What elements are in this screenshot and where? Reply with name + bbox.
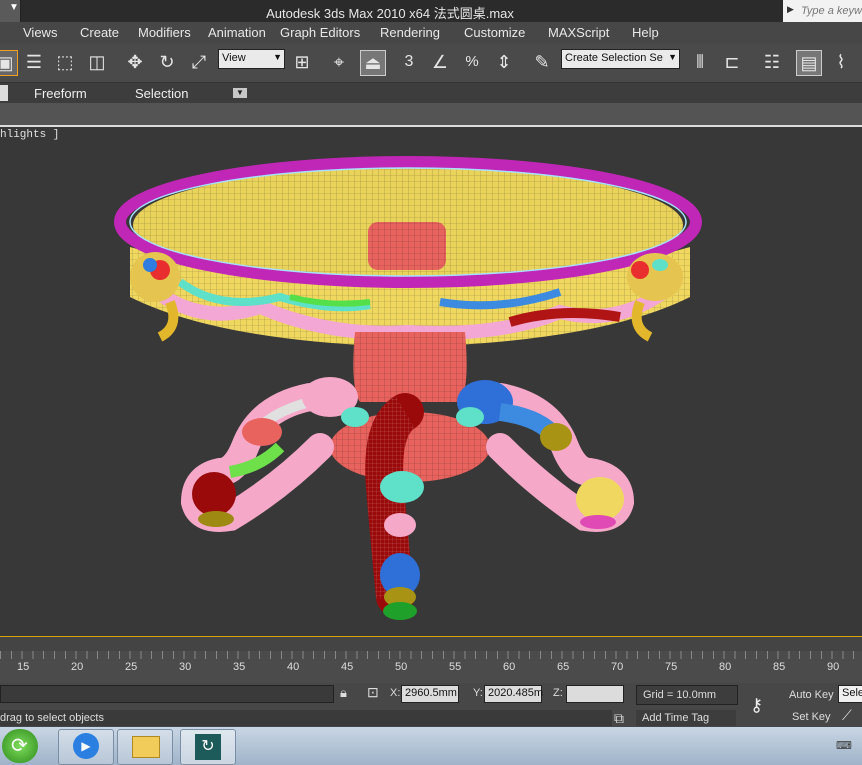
spinner-snap-icon[interactable]: ⇕ (492, 50, 516, 74)
x-coordinate-field[interactable]: 2960.5mm (401, 685, 459, 703)
menu-maxscript[interactable]: MAXScript (548, 25, 609, 40)
rotate-icon[interactable]: ↻ (155, 50, 179, 74)
auto-key-button[interactable]: Auto Key (786, 686, 834, 704)
reference-coord-select[interactable]: View ▼ (218, 49, 285, 69)
named-selection-set-select[interactable]: Create Selection Se ▼ (561, 49, 680, 69)
play-icon: ▶ (787, 4, 794, 14)
menu-modifiers[interactable]: Modifiers (138, 25, 191, 40)
keyboard-shortcut-icon[interactable]: ⏏ (360, 50, 386, 76)
ribbon-panel (0, 103, 862, 125)
selection-info-field (0, 685, 334, 703)
menu-create[interactable]: Create (80, 25, 119, 40)
taskbar: ⟳ ▶ ↻ ⌨ (0, 727, 862, 765)
taskbar-explorer[interactable] (117, 729, 173, 765)
play-icon: ▶ (73, 733, 99, 759)
ribbon: Freeform Selection ▼ (0, 83, 862, 103)
menu-graph-editors[interactable]: Graph Editors (280, 25, 360, 40)
y-coordinate-field[interactable]: 2020.485m (484, 685, 543, 703)
title-bar: ▼ Autodesk 3ds Max 2010 x64 法式圆桌.max ▶ T… (0, 0, 862, 22)
viewport[interactable]: hlights ] (0, 125, 862, 637)
scale-icon[interactable]: ⤢ (187, 50, 211, 74)
snaps-toggle-icon[interactable]: 3 (397, 50, 421, 74)
z-coordinate-field[interactable] (566, 685, 624, 703)
start-button[interactable]: ⟳ (2, 729, 38, 763)
curve-editor-icon[interactable]: ⌇ (829, 50, 853, 74)
key-icon[interactable]: ⚷ (750, 695, 763, 716)
key-filter-select[interactable]: Sele (838, 685, 862, 703)
ribbon-tab-active[interactable] (0, 85, 8, 101)
percent-snap-icon[interactable]: % (460, 50, 484, 74)
menu-views[interactable]: Views (23, 25, 57, 40)
tab-selection[interactable]: Selection (135, 86, 188, 101)
select-object-icon[interactable]: ▣ (0, 50, 18, 76)
rectangular-selection-icon[interactable]: ⬚ (53, 50, 77, 74)
search-input[interactable]: ▶ Type a keyw (783, 0, 862, 22)
timeline[interactable]: 15 20 25 30 35 40 45 50 55 60 65 70 75 8… (0, 651, 862, 683)
time-tag-icon[interactable]: ⧉ (614, 710, 624, 727)
menu-customize[interactable]: Customize (464, 25, 525, 40)
folder-icon (132, 736, 160, 758)
ribbon-options-dropdown[interactable]: ▼ (233, 88, 247, 98)
menu-animation[interactable]: Animation (208, 25, 266, 40)
keyboard-tray-icon[interactable]: ⌨ (836, 739, 852, 752)
select-by-name-icon[interactable]: ☰ (22, 50, 46, 74)
move-icon[interactable]: ✥ (123, 50, 147, 74)
window-title: Autodesk 3ds Max 2010 x64 法式圆桌.max (266, 6, 514, 21)
chevron-down-icon: ▼ (668, 52, 677, 62)
layer-manager-icon[interactable]: ☷ (760, 50, 784, 74)
taskbar-3dsmax[interactable]: ↻ (180, 729, 236, 765)
taskbar-media-player[interactable]: ▶ (58, 729, 114, 765)
key-filters-icon[interactable]: ⟋ (842, 707, 852, 724)
menu-rendering[interactable]: Rendering (380, 25, 440, 40)
menu-bar: Views Create Modifiers Animation Graph E… (0, 22, 862, 44)
3dsmax-icon: ↻ (195, 734, 221, 760)
timeline-ruler (0, 651, 862, 659)
angle-snap-icon[interactable]: ∠ (428, 50, 452, 74)
edit-named-selection-icon[interactable]: ✎ (530, 50, 554, 74)
tab-freeform[interactable]: Freeform (34, 86, 87, 101)
select-manipulate-icon[interactable]: ⌖ (327, 50, 351, 74)
mirror-icon[interactable]: ⫴ (688, 50, 712, 74)
align-icon[interactable]: ⊏ (720, 50, 744, 74)
menu-help[interactable]: Help (632, 25, 659, 40)
window-crossing-icon[interactable]: ◫ (85, 50, 109, 74)
main-toolbar: ▣ ☰ ⬚ ◫ ✥ ↻ ⤢ View ▼ ⊞ ⌖ ⏏ 3 ∠ % ⇕ ✎ Cre… (0, 44, 862, 83)
chevron-down-icon: ▼ (273, 52, 282, 62)
wireframe-table-model (114, 156, 702, 620)
graphite-tools-icon[interactable]: ▤ (796, 50, 822, 76)
lock-icon[interactable]: 🔒︎ (340, 685, 347, 701)
grid-readout: Grid = 10.0mm (636, 685, 738, 705)
pivot-center-icon[interactable]: ⊞ (290, 50, 314, 74)
status-bar: 🔒︎ ⊡ X: 2960.5mm Y: 2020.485m Z: Grid = … (0, 683, 862, 727)
set-key-button[interactable]: Set Key (786, 708, 834, 726)
prompt-line: drag to select objects (0, 710, 612, 726)
absolute-mode-icon[interactable]: ⊡ (367, 684, 379, 701)
add-time-tag-button[interactable]: Add Time Tag (636, 710, 736, 726)
start-icon: ⟳ (11, 735, 28, 757)
